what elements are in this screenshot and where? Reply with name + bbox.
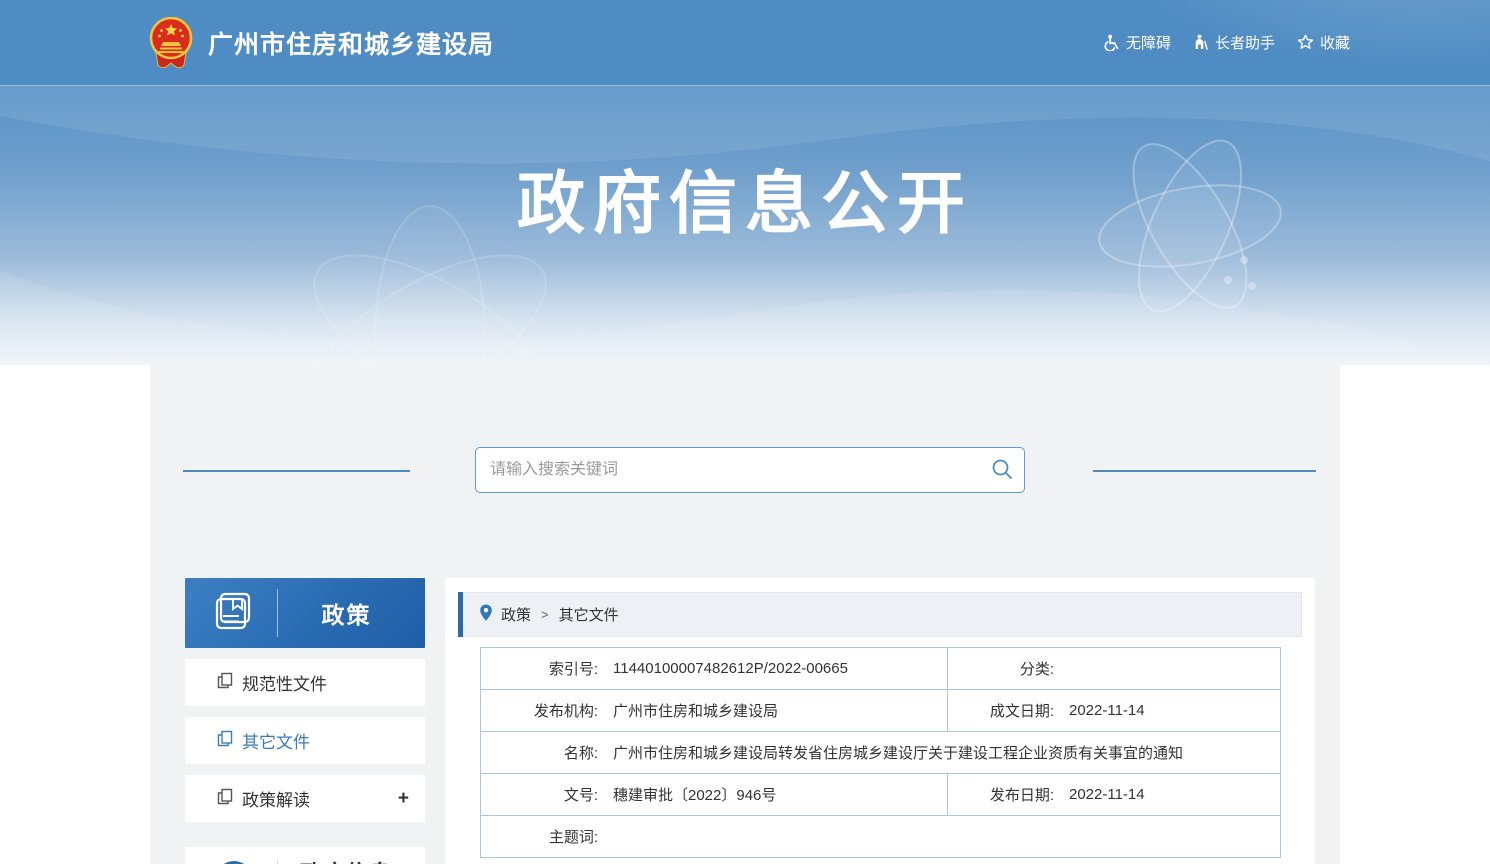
breadcrumb-accent-bar: [458, 592, 463, 637]
title-value: 广州市住房和城乡建设局转发省住房城乡建设厅关于建设工程企业资质有关事宜的通知: [613, 742, 1183, 763]
search-section: [150, 447, 1340, 493]
index-label: 索引号:: [481, 658, 598, 679]
sidebar-item-normative-docs[interactable]: 规范性文件: [185, 659, 425, 706]
sidebar-item-policy-interpretation[interactable]: 政策解读 +: [185, 775, 425, 822]
breadcrumb: 政策 > 其它文件: [458, 592, 1302, 637]
location-pin-icon: [473, 604, 501, 626]
document-icon: [217, 730, 242, 752]
main-panel: 政策 > 其它文件 索引号: 11440100007482612P/2022-0…: [445, 578, 1315, 864]
doc-no-cell: 文号: 穗建审批〔2022〕946号: [481, 774, 948, 816]
doc-no-label: 文号:: [481, 784, 598, 805]
written-date-label: 成文日期:: [948, 700, 1054, 721]
sidebar-section-gov-info[interactable]: 政府信息公开: [185, 847, 425, 864]
sidebar-item-label: 规范性文件: [242, 670, 327, 695]
agency-label: 发布机构:: [481, 700, 598, 721]
sidebar-item-label: 政策解读: [242, 786, 310, 811]
breadcrumb-current: 其它文件: [559, 604, 619, 625]
sidebar-section-policy[interactable]: 政策: [185, 578, 425, 648]
divider-line-left: [183, 470, 410, 472]
keywords-label: 主题词:: [481, 826, 598, 847]
table-row: 索引号: 11440100007482612P/2022-00665 分类:: [481, 648, 1281, 690]
breadcrumb-link-policy[interactable]: 政策: [501, 604, 531, 625]
table-row: 文号: 穗建审批〔2022〕946号 发布日期: 2022-11-14: [481, 774, 1281, 816]
publish-date-label: 发布日期:: [948, 784, 1054, 805]
sidebar-item-label: 其它文件: [242, 728, 310, 753]
accessibility-link[interactable]: 无障碍: [1103, 32, 1171, 53]
written-date-cell: 成文日期: 2022-11-14: [948, 690, 1281, 732]
banner-title: 政府信息公开: [0, 148, 1490, 247]
keywords-cell: 主题词:: [481, 816, 1281, 858]
agency-cell: 发布机构: 广州市住房和城乡建设局: [481, 690, 948, 732]
publish-date-value: 2022-11-14: [1069, 786, 1145, 803]
title-label: 名称:: [481, 742, 598, 763]
sidebar-section-gov-info-label: 政府信息公开: [300, 859, 400, 864]
star-icon: [1297, 34, 1314, 51]
search-icon: [991, 458, 1013, 483]
elder-assistant-link[interactable]: 长者助手: [1193, 32, 1275, 53]
document-icon: [217, 788, 242, 810]
page: 广州市住房和城乡建设局 无障碍: [0, 0, 1490, 864]
document-icon: [217, 672, 242, 694]
breadcrumb-separator: >: [541, 607, 549, 622]
content-wrapper: 政策 规范性文件: [150, 365, 1340, 864]
index-value: 11440100007482612P/2022-00665: [613, 660, 848, 677]
elder-icon: [1193, 34, 1209, 51]
elder-assistant-label: 长者助手: [1215, 32, 1275, 53]
sidebar-section-policy-label: 政策: [278, 596, 425, 630]
expand-plus-icon[interactable]: +: [398, 788, 409, 810]
columns: 政策 规范性文件: [150, 578, 1340, 864]
wheelchair-icon: [1103, 34, 1120, 51]
divider-line-right: [1093, 470, 1316, 472]
agency-value: 广州市住房和城乡建设局: [613, 700, 778, 721]
title-cell: 名称: 广州市住房和城乡建设局转发省住房城乡建设厅关于建设工程企业资质有关事宜的…: [481, 732, 1281, 774]
national-emblem-logo: [148, 17, 194, 69]
favorite-link[interactable]: 收藏: [1297, 32, 1350, 53]
site-title: 广州市住房和城乡建设局: [208, 25, 494, 61]
sidebar: 政策 规范性文件: [185, 578, 425, 864]
sidebar-item-other-docs[interactable]: 其它文件: [185, 717, 425, 764]
top-links: 无障碍 长者助手 收藏: [1103, 32, 1350, 53]
site-header: 广州市住房和城乡建设局 无障碍: [0, 0, 1490, 86]
table-row: 主题词:: [481, 816, 1281, 858]
table-row: 发布机构: 广州市住房和城乡建设局 成文日期: 2022-11-14: [481, 690, 1281, 732]
table-row: 名称: 广州市住房和城乡建设局转发省住房城乡建设厅关于建设工程企业资质有关事宜的…: [481, 732, 1281, 774]
book-icon: [211, 589, 255, 638]
doc-no-value: 穗建审批〔2022〕946号: [613, 784, 776, 805]
category-cell: 分类:: [948, 648, 1281, 690]
publish-date-cell: 发布日期: 2022-11-14: [948, 774, 1281, 816]
search-input[interactable]: [476, 461, 980, 479]
vertical-divider: [277, 859, 278, 864]
favorite-label: 收藏: [1320, 32, 1350, 53]
category-label: 分类:: [948, 658, 1054, 679]
document-meta-table: 索引号: 11440100007482612P/2022-00665 分类:: [480, 647, 1281, 858]
accessibility-label: 无障碍: [1126, 32, 1171, 53]
banner: 政府信息公开: [0, 86, 1490, 365]
search-box: [475, 447, 1025, 493]
index-cell: 索引号: 11440100007482612P/2022-00665: [481, 648, 948, 690]
written-date-value: 2022-11-14: [1069, 702, 1145, 719]
search-button[interactable]: [980, 448, 1024, 492]
brand: 广州市住房和城乡建设局: [148, 17, 494, 69]
